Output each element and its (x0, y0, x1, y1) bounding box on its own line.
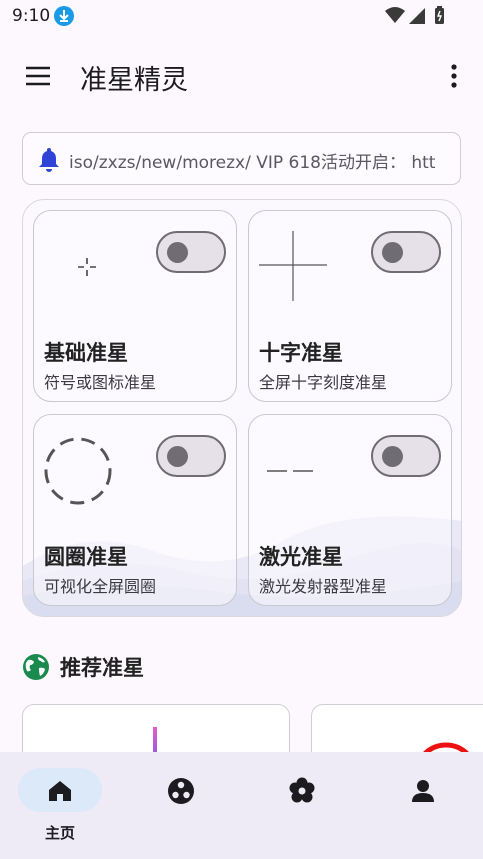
card-title: 激光准星 (259, 545, 343, 569)
toggle-basic[interactable] (156, 231, 226, 273)
card-title: 十字准星 (259, 341, 343, 365)
signal-icon (409, 8, 425, 24)
home-icon (46, 777, 74, 805)
status-indicators (383, 6, 447, 26)
crosshair-card-circle[interactable]: 圆圈准星 可视化全屏圆圈 (33, 414, 237, 606)
laser-crosshair-icon (267, 470, 313, 472)
wifi-icon (385, 7, 405, 23)
toggle-cross[interactable] (371, 231, 441, 273)
card-subtitle: 激光发射器型准星 (259, 577, 388, 596)
app-bar: 准星精灵 (0, 44, 483, 108)
notice-text: iso/zxzs/new/morezx/ VIP 618活动开启： htt (69, 153, 436, 173)
bottom-navigation: 主页 (0, 752, 483, 859)
toggle-laser[interactable] (371, 435, 441, 477)
card-subtitle: 可视化全屏圆圈 (44, 577, 157, 596)
bell-icon (37, 146, 61, 172)
app-title: 准星精灵 (80, 65, 188, 96)
nav-label: 主页 (44, 824, 75, 842)
crosshair-card-basic[interactable]: 基础准星 符号或图标准星 (33, 210, 237, 402)
card-subtitle: 符号或图标准星 (44, 373, 157, 392)
more-options-icon[interactable] (440, 62, 468, 90)
toggle-knob (382, 446, 403, 467)
nav-profile[interactable] (381, 768, 461, 838)
recommended-title: 推荐准星 (60, 656, 144, 680)
toggle-knob (167, 242, 188, 263)
person-icon (409, 777, 437, 805)
crosshair-panel: 基础准星 符号或图标准星 十字准星 全屏十字刻度准星 圆圈准星 可视化全屏圆圈 … (22, 199, 462, 617)
nav-settings[interactable] (260, 768, 340, 838)
globe-icon (22, 653, 50, 681)
crosshair-card-laser[interactable]: 激光准星 激光发射器型准星 (248, 414, 452, 606)
cross-crosshair-icon (259, 231, 327, 301)
download-notification-icon (54, 6, 74, 26)
toggle-knob (167, 446, 188, 467)
crosshair-card-cross[interactable]: 十字准星 全屏十字刻度准星 (248, 210, 452, 402)
status-time: 9:10 (12, 6, 51, 26)
battery-icon (435, 6, 444, 24)
nav-home[interactable]: 主页 (18, 768, 102, 842)
notice-banner[interactable]: iso/zxzs/new/morezx/ VIP 618活动开启： htt (22, 132, 461, 185)
game-icon (167, 777, 195, 805)
basic-crosshair-icon (78, 258, 96, 276)
flower-settings-icon (288, 777, 316, 805)
card-title: 基础准星 (44, 341, 128, 365)
menu-icon[interactable] (24, 62, 52, 90)
circle-crosshair-icon (44, 437, 112, 505)
toggle-circle[interactable] (156, 435, 226, 477)
card-title: 圆圈准星 (44, 545, 128, 569)
toggle-knob (382, 242, 403, 263)
nav-games[interactable] (139, 768, 219, 838)
card-subtitle: 全屏十字刻度准星 (259, 373, 388, 392)
status-bar: 9:10 (0, 0, 483, 34)
